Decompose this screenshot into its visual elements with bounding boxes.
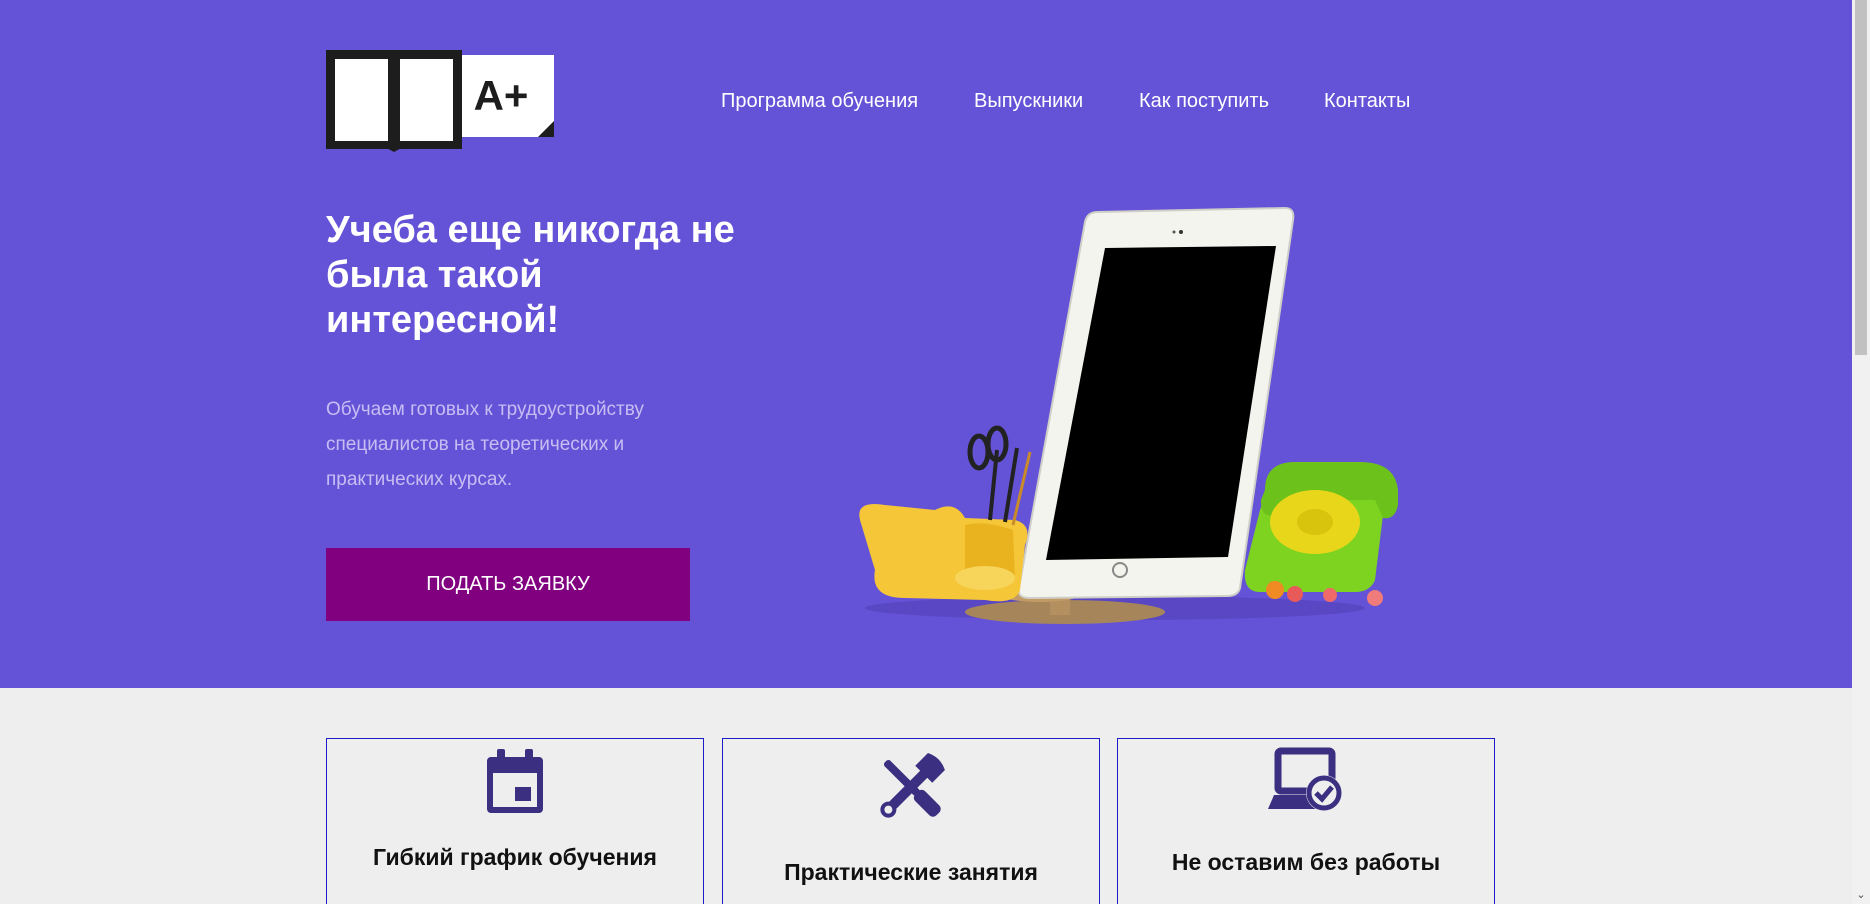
tablet-icon — [1017, 206, 1295, 600]
nav-link-graduates[interactable]: Выпускники — [974, 90, 1083, 113]
hero-subtitle: Обучаем готовых к трудоустройству специа… — [326, 399, 644, 490]
feature-card-practice: Практические занятия — [722, 738, 1100, 904]
feature-title: Не оставим без работы — [1171, 849, 1441, 875]
book-bookmark — [389, 50, 399, 112]
phone-icon — [1244, 462, 1398, 606]
hand-scissors-icon — [859, 425, 1032, 602]
laptop-check-icon — [1268, 747, 1342, 811]
nav-link-admission[interactable]: Как поступить — [1139, 90, 1269, 113]
nav-link-program[interactable]: Программа обучения — [721, 90, 918, 113]
nav-link-contacts[interactable]: Контакты — [1324, 90, 1410, 113]
scrollbar-thumb[interactable] — [1855, 0, 1867, 355]
hero-illustration — [859, 206, 1398, 624]
hero-title: Учеба еще никогда не была такой интересн… — [326, 209, 735, 341]
feature-title: Гибкий график обучения — [373, 844, 657, 870]
feature-card-employment: Не оставим без работы — [1117, 738, 1495, 904]
logo-text: A+ — [474, 72, 529, 119]
hero-section: A+ Программа обучения Выпускники Как пос… — [0, 0, 1852, 688]
feature-title: Практические занятия — [784, 859, 1038, 885]
book-left-page — [335, 59, 388, 141]
scrollbar[interactable]: ⌄ — [1852, 0, 1870, 904]
feature-card-schedule: Гибкий график обучения — [326, 738, 704, 904]
tools-icon — [880, 753, 945, 818]
logo[interactable]: A+ — [326, 50, 556, 152]
book-right-page — [400, 59, 453, 141]
apply-button[interactable]: ПОДАТЬ ЗАЯВКУ — [326, 548, 690, 621]
calendar-icon — [487, 749, 543, 813]
scroll-down-icon[interactable]: ⌄ — [1852, 888, 1870, 902]
